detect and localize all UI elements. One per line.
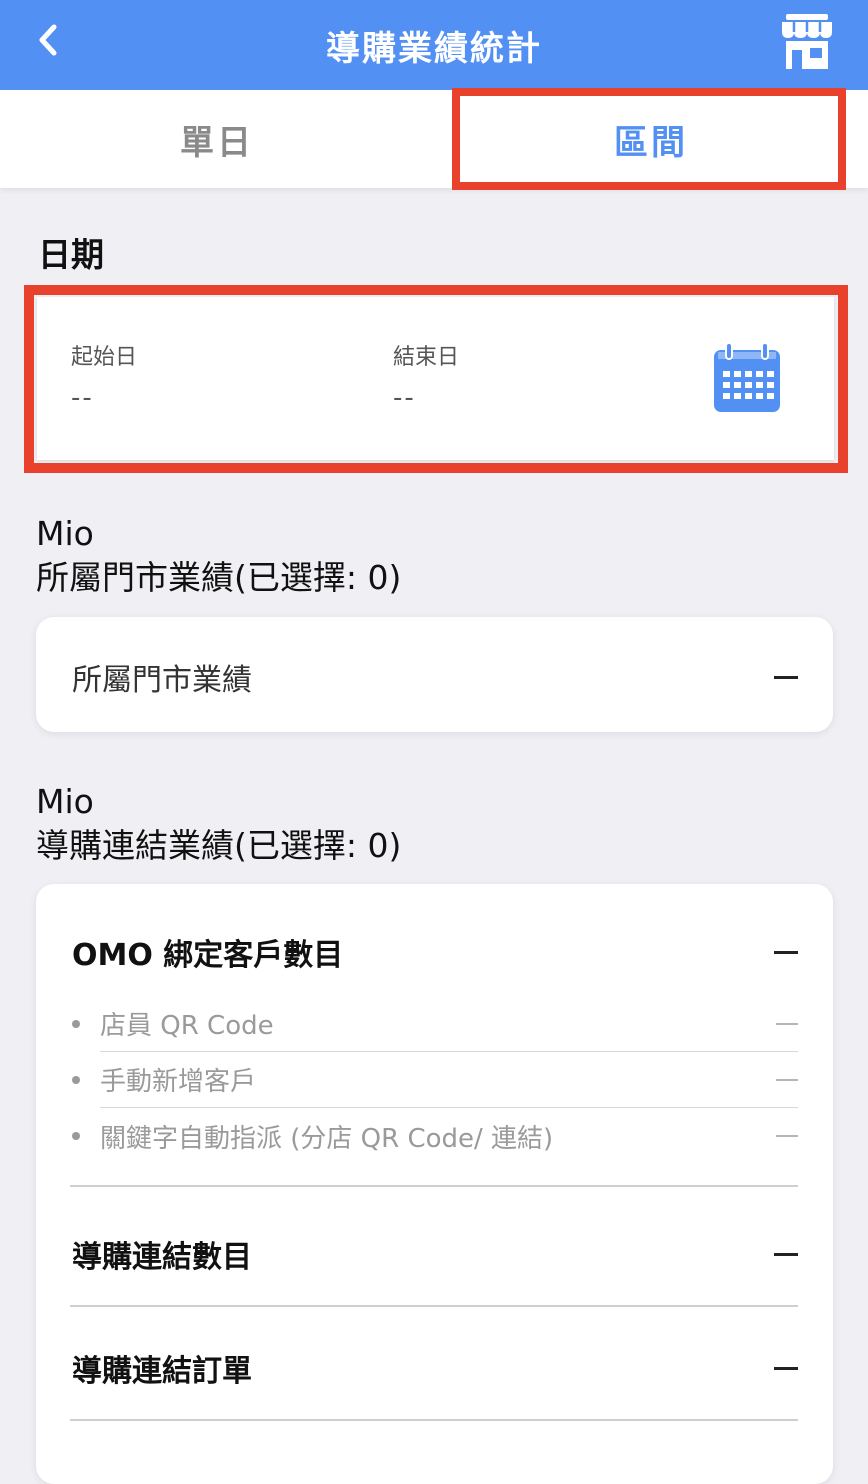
dash-icon (774, 675, 798, 679)
divider (70, 1185, 798, 1187)
omo-item-label: 店員 QR Code (100, 1011, 274, 1041)
store-performance-row: 所屬門市業績 (72, 655, 798, 699)
link-section-user: Mio (36, 782, 94, 821)
omo-label: OMO 綁定客戶數目 (72, 938, 344, 973)
tab-date-range[interactable]: 區間 (434, 90, 868, 188)
dash-icon (774, 1252, 798, 1256)
store-performance-label: 所屬門市業績 (72, 663, 252, 698)
bullet-icon (72, 1020, 80, 1028)
tab-bar: 單日 區間 (0, 90, 868, 188)
dash-icon (776, 1022, 798, 1025)
dash-icon (774, 950, 798, 954)
omo-item-label: 關鍵字自動指派 (分店 QR Code/ 連結) (100, 1123, 554, 1154)
start-date-field[interactable]: 起始日 -- (71, 339, 137, 413)
storefront-icon (782, 14, 832, 69)
link-section-title: 導購連結業績(已選擇: 0) (36, 826, 402, 865)
list-item: 店員 QR Code (72, 996, 798, 1052)
app-header: 導購業績統計 (0, 0, 868, 90)
page-title: 導購業績統計 (326, 28, 542, 69)
store-section-user: Mio (36, 514, 94, 553)
date-range-card[interactable]: 起始日 -- 結束日 -- (37, 297, 834, 460)
omo-item-label: 手動新增客戶 (100, 1067, 257, 1097)
link-count-row: 導購連結數目 (72, 1232, 798, 1276)
link-performance-card[interactable]: OMO 綁定客戶數目 店員 QR Code 手動新增客戶 關鍵字自動指派 (分店… (36, 884, 833, 1484)
start-date-value: -- (71, 383, 94, 413)
store-performance-card[interactable]: 所屬門市業績 (36, 617, 833, 732)
bullet-icon (72, 1076, 80, 1084)
dash-icon (776, 1135, 798, 1137)
list-item: 手動新增客戶 (72, 1052, 798, 1108)
end-date-label: 結束日 (393, 345, 460, 370)
link-orders-label: 導購連結訂單 (72, 1354, 252, 1389)
end-date-value: -- (393, 383, 416, 413)
calendar-icon[interactable] (713, 343, 781, 413)
link-orders-row: 導購連結訂單 (72, 1346, 798, 1390)
list-item: 關鍵字自動指派 (分店 QR Code/ 連結) (72, 1108, 798, 1164)
dash-icon (776, 1078, 798, 1081)
link-section-heading: Mio 導購連結業績(已選擇: 0) (36, 780, 401, 868)
start-date-label: 起始日 (71, 345, 138, 370)
store-section-heading: Mio 所屬門市業績(已選擇: 0) (36, 512, 401, 600)
chevron-left-icon (39, 24, 57, 56)
divider (70, 1419, 798, 1421)
back-button[interactable] (28, 20, 68, 60)
date-section-label: 日期 (38, 235, 104, 274)
omo-row: OMO 綁定客戶數目 (72, 930, 798, 974)
dash-icon (774, 1366, 798, 1370)
end-date-field[interactable]: 結束日 -- (393, 339, 459, 413)
bullet-icon (72, 1132, 80, 1140)
store-button[interactable] (780, 12, 834, 70)
store-section-title: 所屬門市業績(已選擇: 0) (36, 558, 402, 597)
tab-single-day[interactable]: 單日 (0, 90, 434, 188)
divider (70, 1305, 798, 1307)
link-count-label: 導購連結數目 (72, 1240, 252, 1275)
